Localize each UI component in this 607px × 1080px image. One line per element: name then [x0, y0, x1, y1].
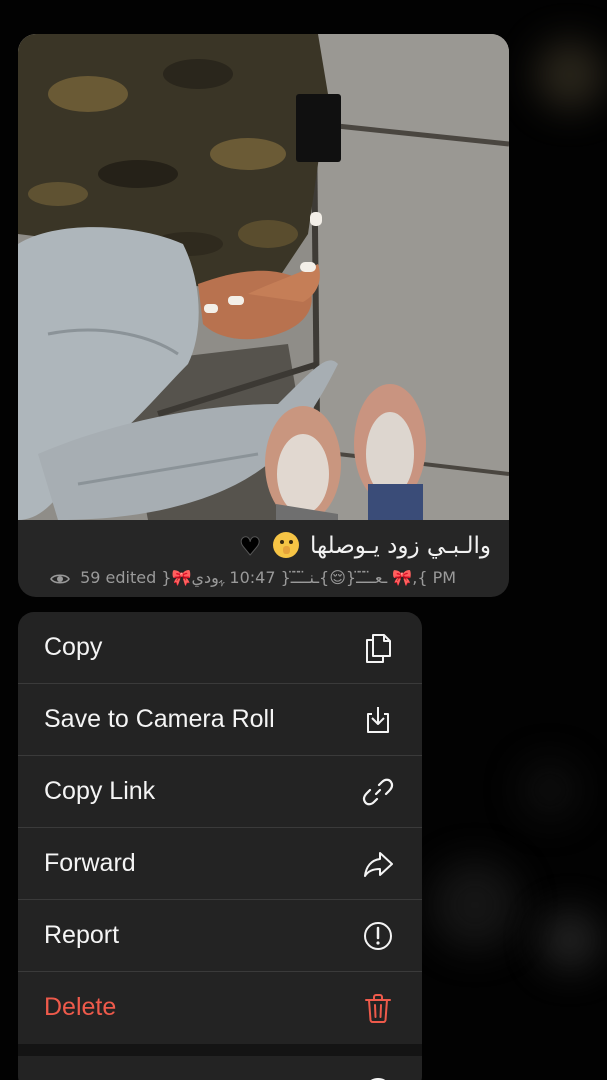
message-time: 10:47 — [229, 568, 276, 587]
photo-illustration — [18, 34, 509, 520]
menu-item-report[interactable]: Report — [18, 900, 422, 972]
menu-item-label: Copy Link — [44, 777, 156, 805]
menu-item-more[interactable] — [18, 1056, 422, 1080]
background-blur — [520, 760, 580, 820]
caption-text: والـبـي زود يـوصلها — [310, 533, 491, 559]
menu-separator — [18, 1044, 422, 1056]
save-icon — [362, 704, 394, 736]
trash-icon — [362, 992, 394, 1024]
menu-item-label: Copy — [44, 633, 103, 661]
forward-icon — [362, 848, 394, 880]
menu-item-copy[interactable]: Copy — [18, 612, 422, 684]
shushing-face-emoji-icon — [272, 532, 299, 558]
views-eye-icon — [50, 569, 70, 590]
menu-item-label: Forward — [44, 849, 136, 877]
menu-item-save-to-camera-roll[interactable]: Save to Camera Roll — [18, 684, 422, 756]
menu-item-delete[interactable]: Delete — [18, 972, 422, 1043]
message-photo[interactable] — [18, 34, 509, 520]
menu-item-label: Save to Camera Roll — [44, 705, 275, 733]
menu-item-forward[interactable]: Forward — [18, 828, 422, 900]
message-meta: 59 edited }🎀ـعـ̈ـ̈ـ̈ـ{😌}ـنـ̈ـ̈ـ̈ـ{ 10:47… — [50, 566, 491, 590]
screen: والـبـي زود يـوصلها ♥ 59 edited }🎀ـعـ̈ـ̈… — [0, 0, 607, 1080]
report-icon — [362, 920, 394, 952]
link-icon — [362, 776, 394, 808]
menu-item-label: Report — [44, 921, 120, 949]
background-blur — [430, 860, 520, 950]
background-blur — [535, 40, 605, 110]
menu-item-copy-link[interactable]: Copy Link — [18, 756, 422, 828]
edited-label: edited — [105, 568, 157, 587]
background-blur — [540, 910, 600, 970]
copy-icon — [362, 632, 394, 664]
message-bubble[interactable]: والـبـي زود يـوصلها ♥ 59 edited }🎀ـعـ̈ـ̈… — [18, 34, 509, 597]
menu-item-label: Delete — [44, 993, 117, 1021]
context-menu: Copy Save to Camera Roll Copy Link Forwa… — [18, 612, 422, 1080]
views-count: 59 — [80, 568, 101, 587]
message-caption: والـبـي زود يـوصلها ♥ — [36, 530, 491, 562]
more-icon — [362, 1076, 394, 1080]
black-heart-emoji-icon: ♥ — [238, 532, 262, 562]
